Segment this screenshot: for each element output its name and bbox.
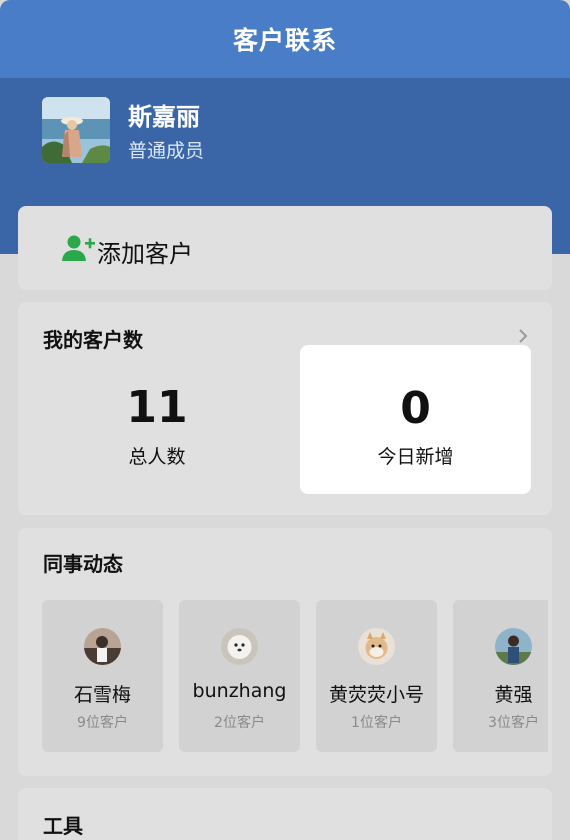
colleague-tile[interactable]: 石雪梅 9位客户	[42, 600, 163, 752]
colleague-customer-count: 1位客户	[351, 715, 402, 731]
add-customer-label: 添加客户	[97, 240, 193, 268]
total-customers-label: 总人数	[128, 446, 186, 468]
app-window: 客户联系 斯嘉丽 普通成员 添加客户 我的客户数 11 总人数 0 今日新增 同…	[0, 0, 570, 840]
add-customer-button[interactable]: 添加客户	[18, 206, 552, 290]
colleague-tile[interactable]: 黄荧荧小号 1位客户	[316, 600, 437, 752]
colleague-name: bunzhang	[192, 680, 287, 702]
colleague-name: 石雪梅	[73, 684, 131, 706]
colleague-list[interactable]: 石雪梅 9位客户 bunzhang 2位客户 黄荧荧小号 1位客户 黄强 3位客…	[42, 600, 548, 752]
colleague-avatar	[495, 628, 532, 665]
colleague-tile[interactable]: 黄强 3位客户	[453, 600, 548, 752]
colleague-customer-count: 3位客户	[488, 715, 539, 731]
my-customers-card[interactable]: 我的客户数 11 总人数 0 今日新增	[18, 302, 552, 515]
chevron-right-icon[interactable]	[516, 328, 530, 343]
colleague-avatar	[358, 628, 395, 665]
colleague-tile[interactable]: bunzhang 2位客户	[179, 600, 300, 752]
total-customers-value: 11	[126, 382, 188, 433]
user-name: 斯嘉丽	[128, 103, 200, 131]
today-new-box[interactable]: 0 今日新增	[300, 345, 531, 494]
user-avatar[interactable]	[42, 97, 110, 163]
colleague-name: 黄强	[494, 684, 533, 706]
colleague-activity-card: 同事动态 石雪梅 9位客户 bunzhang 2位客户 黄荧荧小号 1位客户 黄…	[18, 528, 552, 776]
colleague-name: 黄荧荧小号	[328, 684, 424, 706]
window-title: 客户联系	[0, 0, 570, 78]
my-customers-title: 我的客户数	[43, 328, 143, 352]
colleague-avatar	[84, 628, 121, 665]
tools-title: 工具	[43, 814, 83, 838]
add-user-icon	[62, 234, 96, 262]
colleague-avatar	[221, 628, 258, 665]
today-new-value: 0	[400, 383, 431, 434]
colleague-activity-title: 同事动态	[43, 552, 123, 576]
user-role: 普通成员	[128, 140, 205, 162]
colleague-customer-count: 9位客户	[77, 715, 128, 731]
colleague-customer-count: 2位客户	[214, 715, 265, 731]
tools-card: 工具	[18, 788, 552, 840]
today-new-label: 今日新增	[377, 446, 454, 468]
